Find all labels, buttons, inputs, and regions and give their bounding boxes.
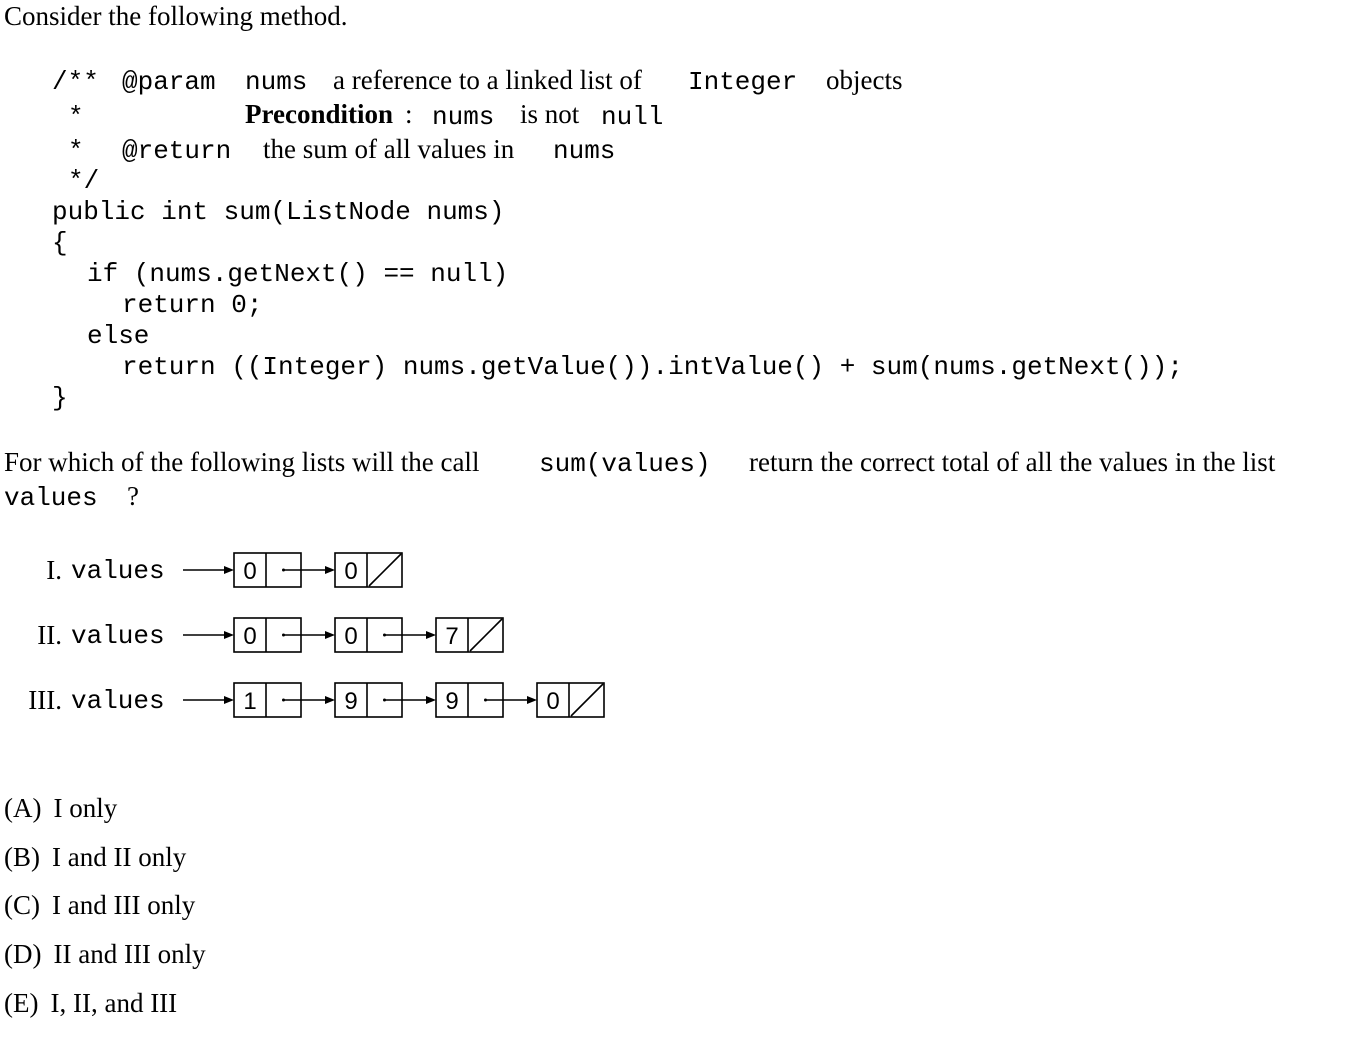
list-row-variable: values [71, 556, 165, 586]
doc-return-var: nums [553, 136, 616, 166]
doc-param-var: nums [245, 67, 308, 97]
recursive-return: return ((Integer) nums.getValue()).intVa… [122, 352, 1183, 382]
if-statement: if (nums.getNext() == null) [87, 259, 509, 289]
answer-choice-text: II and III only [53, 939, 206, 969]
answer-choice: (E) I, II, and III [4, 990, 177, 1017]
answer-choice-letter: (C) [4, 890, 40, 920]
doc-precondition-text: is not [520, 99, 580, 129]
head-pointer-arrow-head [224, 631, 234, 639]
doc-param-type: Integer [688, 67, 798, 97]
answer-choice: (C) I and III only [4, 892, 195, 919]
question-part2: return the correct total of all the valu… [749, 447, 1276, 477]
doc-param-text: a reference to a linked list of [333, 65, 642, 95]
answer-choice: (A) I only [4, 795, 117, 822]
next-pointer-arrow-head [325, 566, 335, 574]
list-node-value: 0 [344, 558, 357, 585]
next-pointer-arrow-head [426, 631, 436, 639]
open-brace: { [52, 228, 68, 258]
answer-choice-text: I, II, and III [50, 988, 178, 1018]
else-keyword: else [87, 321, 150, 351]
doc-precondition-label: Precondition [245, 99, 393, 129]
list-node-value: 0 [546, 688, 559, 715]
doc-close: */ [68, 166, 100, 196]
linked-list-diagram: I. values 0 0 II. values 0 0 7 III. values 1 9 9 0 [28, 552, 605, 718]
doc-open: /** [52, 67, 99, 97]
doc-precondition-var: nums [432, 102, 495, 132]
answer-choice: (B) I and II only [4, 844, 186, 871]
list-node-value: 9 [344, 688, 357, 715]
next-pointer-arrow-head [527, 696, 537, 704]
question-part1: For which of the following lists will th… [4, 447, 480, 477]
doc-param-tail: objects [826, 65, 903, 95]
answer-choice-letter: (A) [4, 793, 42, 823]
doc-return-tag: @return [122, 136, 232, 166]
null-pointer-slash [469, 618, 503, 652]
list-node-value: 7 [445, 623, 458, 650]
doc-precondition-null: null [601, 102, 664, 132]
answer-choice-letter: (B) [4, 842, 40, 872]
null-pointer-slash [570, 683, 604, 717]
list-row-variable: values [71, 686, 165, 716]
next-pointer-arrow-head [325, 631, 335, 639]
method-signature: public int sum(ListNode nums) [52, 197, 505, 227]
list-row-label: I. [46, 555, 62, 585]
doc-star: * [68, 102, 84, 132]
doc-return-text: the sum of all values in [263, 134, 515, 164]
list-node-value: 1 [243, 688, 256, 715]
answer-choice-letter: (E) [4, 988, 39, 1018]
answer-choice-text: I only [53, 793, 118, 823]
answer-choice-letter: (D) [4, 939, 42, 969]
doc-param-tag: @param [122, 67, 216, 97]
list-node-value: 0 [243, 623, 256, 650]
doc-star: * [68, 136, 84, 166]
list-node-value: 0 [344, 623, 357, 650]
doc-precondition-colon: : [405, 99, 413, 129]
list-row-label: II. [37, 620, 62, 650]
head-pointer-arrow-head [224, 696, 234, 704]
answer-choice-text: I and II only [52, 842, 187, 872]
answer-choice: (D) II and III only [4, 941, 206, 968]
next-pointer-arrow-head [426, 696, 436, 704]
list-node-value: 0 [243, 558, 256, 585]
intro-text: Consider the following method. [4, 1, 348, 31]
list-row-label: III. [28, 685, 62, 715]
head-pointer-arrow-head [224, 566, 234, 574]
return-zero: return 0; [122, 290, 263, 320]
answer-choice-text: I and III only [52, 890, 196, 920]
next-pointer-arrow-head [325, 696, 335, 704]
question-var: values [4, 483, 98, 513]
list-node-value: 9 [445, 688, 458, 715]
null-pointer-slash [368, 553, 402, 587]
list-row-variable: values [71, 621, 165, 651]
question-mark: ? [127, 481, 139, 511]
close-brace: } [52, 383, 68, 413]
question-call: sum(values) [539, 449, 711, 479]
